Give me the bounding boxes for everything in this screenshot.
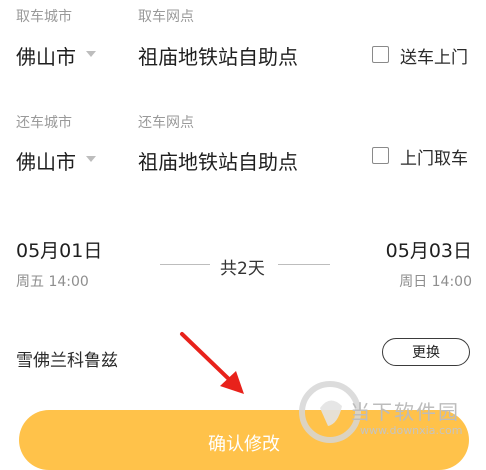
pickup-home-checkbox[interactable] [372,147,389,164]
end-date[interactable]: 05月03日 [386,236,472,263]
watermark-url: www.downxia.com [360,424,463,437]
return-point-label: 还车网点 [138,115,194,131]
return-station[interactable]: 祖庙地铁站自助点 [138,146,298,175]
arrow-icon [180,332,244,394]
return-city-select[interactable]: 佛山市 [16,146,76,175]
confirm-button-label: 确认修改 [208,434,280,455]
start-date[interactable]: 05月01日 [16,236,102,263]
rental-duration: 共2天 [220,259,265,279]
start-time: 周五 14:00 [16,274,89,290]
chevron-down-icon [86,156,96,162]
pickup-station[interactable]: 祖庙地铁站自助点 [138,41,298,70]
watermark-title: 当下软件园 [350,400,460,424]
pickup-point-label: 取车网点 [138,9,194,25]
change-vehicle-button[interactable]: 更换 [382,338,470,366]
end-time: 周日 14:00 [399,274,472,290]
chevron-down-icon [86,51,96,57]
divider-right [278,264,330,265]
pickup-city-select[interactable]: 佛山市 [16,41,76,70]
pickup-city-label: 取车城市 [16,9,72,25]
divider-left [160,264,210,265]
return-city-label: 还车城市 [16,115,72,131]
delivery-option-label[interactable]: 送车上门 [400,43,468,68]
delivery-checkbox[interactable] [372,46,389,63]
vehicle-name: 雪佛兰科鲁兹 [16,351,118,371]
pickup-home-option-label[interactable]: 上门取车 [400,144,468,169]
